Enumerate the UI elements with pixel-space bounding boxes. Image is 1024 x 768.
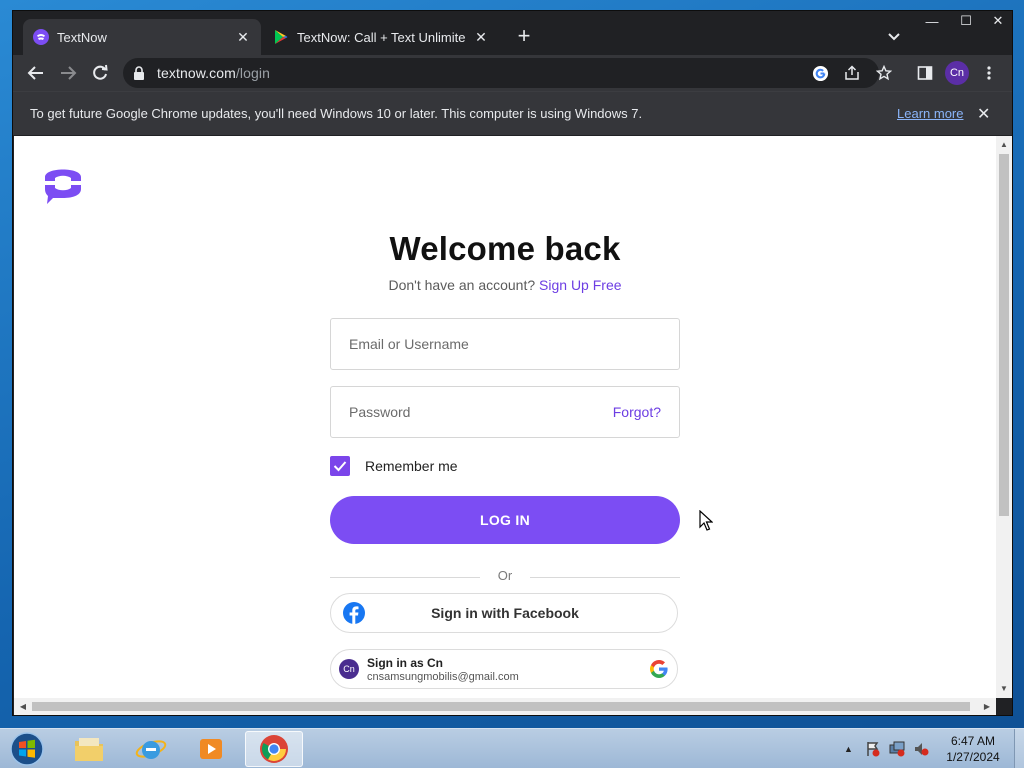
chrome-menu-icon[interactable] [977,61,1001,85]
taskbar-clock[interactable]: 6:47 AM 1/27/2024 [938,733,1008,765]
new-tab-icon[interactable]: + [513,25,535,47]
address-bar[interactable]: textnow.com/login [123,58,892,88]
taskbar-file-explorer[interactable] [60,731,118,767]
vertical-scroll-thumb[interactable] [999,154,1009,516]
tab-strip: TextNow ✕ TextNow: Call + Text Unlimited… [13,11,1012,55]
google-lens-icon[interactable] [811,64,829,82]
scroll-left-icon[interactable]: ◀ [16,698,30,715]
clock-time: 6:47 AM [950,734,996,748]
chrome-icon [260,735,288,763]
side-panel-icon[interactable] [913,61,937,85]
share-icon[interactable] [843,64,861,82]
url-text: textnow.com/login [157,65,270,81]
close-tab-icon[interactable]: ✕ [473,29,489,46]
google-account-email: cnsamsungmobilis@gmail.com [367,671,519,683]
scroll-right-icon[interactable]: ▶ [980,698,994,715]
minimize-icon[interactable]: — [915,11,949,31]
signup-link[interactable]: Sign Up Free [539,277,621,293]
show-hidden-icons-icon[interactable]: ▲ [844,744,853,754]
tab-title: TextNow [57,29,107,45]
forward-icon[interactable] [56,61,80,85]
lock-icon [134,66,144,80]
taskbar-chrome[interactable] [245,731,303,767]
remember-me-checkbox[interactable] [330,456,350,476]
close-window-icon[interactable]: ✕ [981,11,1015,31]
google-account-avatar: Cn [339,659,359,679]
facebook-signin-button[interactable]: Sign in with Facebook [330,593,678,633]
scroll-down-icon[interactable]: ▼ [996,682,1012,696]
forgot-password-link[interactable]: Forgot? [613,404,661,420]
media-player-icon [200,739,222,759]
show-desktop-button[interactable] [1014,729,1024,768]
volume-muted-icon[interactable] [913,741,929,757]
page-viewport: Welcome back Don't have an account? Sign… [14,136,996,698]
back-icon[interactable] [24,61,48,85]
taskbar-media-player[interactable] [182,731,240,767]
action-center-flag-icon[interactable] [865,741,881,757]
close-tab-icon[interactable]: ✕ [235,29,251,46]
google-g-icon [650,660,668,678]
or-divider: Or [330,568,680,588]
tab-title: TextNow: Call + Text Unlimited - A [297,29,465,45]
checkmark-icon [333,461,347,472]
folder-icon [75,738,103,761]
vertical-scrollbar[interactable]: ▲ ▼ [996,136,1012,698]
update-infobar: To get future Google Chrome updates, you… [13,91,1012,135]
password-field[interactable]: Forgot? [330,386,680,438]
scroll-up-icon[interactable]: ▲ [996,138,1012,152]
windows-taskbar: ▲ 6:47 AM 1/27/2024 [0,728,1024,768]
horizontal-scroll-thumb[interactable] [32,702,970,711]
tab-play-store[interactable]: TextNow: Call + Text Unlimited - A ✕ [263,19,499,55]
remember-me-label: Remember me [365,458,458,474]
google-play-icon [275,30,288,44]
horizontal-scrollbar[interactable]: ◀ ▶ [14,698,996,715]
bookmark-star-icon[interactable] [875,64,893,82]
textnow-logo-icon[interactable] [39,163,87,205]
tab-textnow[interactable]: TextNow ✕ [23,19,261,55]
facebook-signin-label: Sign in with Facebook [431,605,579,621]
network-icon[interactable] [889,741,905,757]
remember-me-row[interactable]: Remember me [330,456,458,476]
browser-toolbar: textnow.com/login Cn [13,55,1012,91]
tab-search-chevron-icon[interactable] [885,27,903,45]
login-button[interactable]: LOG IN [330,496,680,544]
chrome-window: TextNow ✕ TextNow: Call + Text Unlimited… [12,10,1013,716]
email-field[interactable] [330,318,680,370]
windows-start-icon[interactable] [8,731,46,767]
profile-avatar[interactable]: Cn [945,61,969,85]
signup-prompt: Don't have an account? Sign Up Free [388,277,622,293]
page-title: Welcome back [389,230,621,267]
google-signin-button[interactable]: Cn Sign in as Cn cnsamsungmobilis@gmail.… [330,649,678,689]
clock-date: 1/27/2024 [946,750,1000,764]
taskbar-internet-explorer[interactable] [122,731,180,767]
learn-more-link[interactable]: Learn more [897,106,963,121]
mouse-cursor-icon [699,510,713,531]
internet-explorer-icon [135,740,167,759]
or-text: Or [497,568,513,583]
reload-icon[interactable] [88,61,112,85]
system-tray: ▲ [844,729,929,768]
close-infobar-icon[interactable]: ✕ [977,104,990,124]
infobar-message: To get future Google Chrome updates, you… [30,106,643,121]
maximize-icon[interactable]: ☐ [949,11,983,31]
email-input[interactable] [349,336,661,352]
google-account-name: Sign in as Cn [367,656,444,670]
textnow-favicon-icon [33,29,49,45]
